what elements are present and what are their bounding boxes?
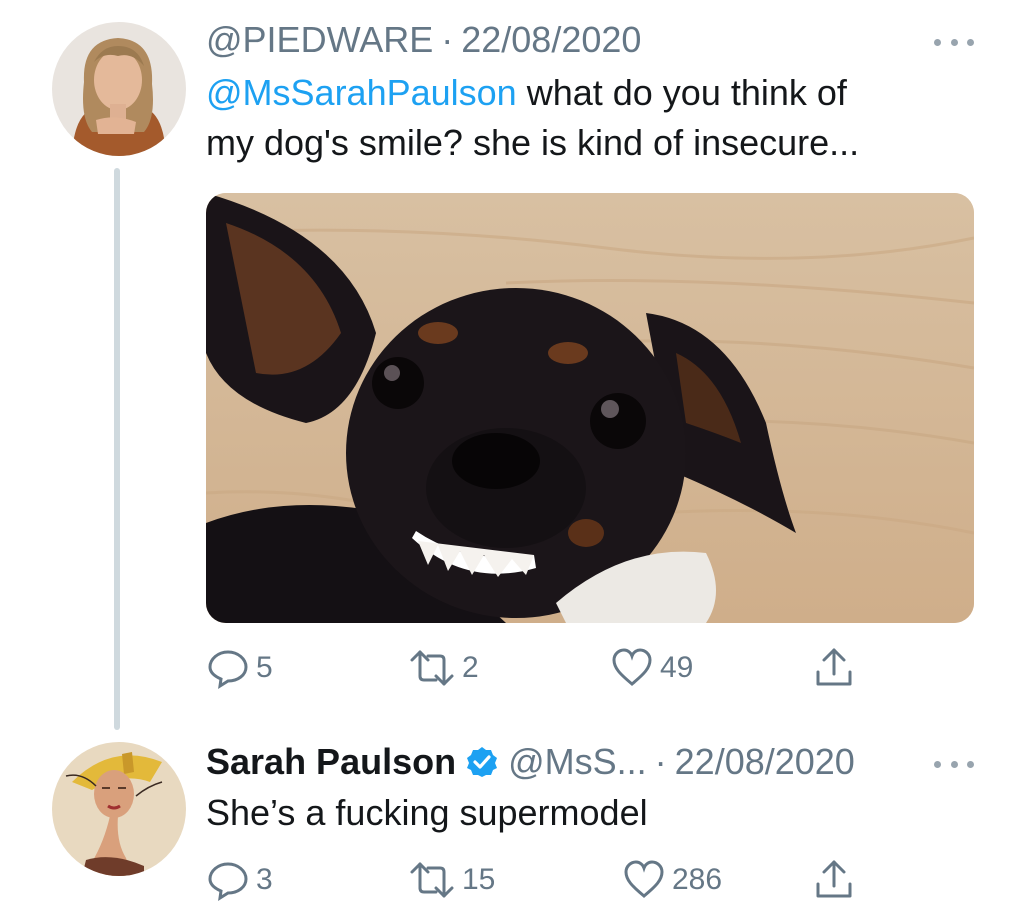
dog-photo xyxy=(206,193,974,623)
tweet-actions: 3 15 286 xyxy=(206,858,856,902)
tweet-date[interactable]: 22/08/2020 xyxy=(675,740,855,784)
more-options-icon[interactable] xyxy=(934,32,974,52)
author-name[interactable]: Sarah Paulson xyxy=(206,740,456,784)
share-icon xyxy=(816,860,852,898)
heart-icon xyxy=(624,860,664,898)
heart-icon xyxy=(612,648,652,686)
reply-button[interactable]: 3 xyxy=(206,858,273,902)
author-handle[interactable]: @PIEDWARE xyxy=(206,18,433,62)
retweet-button[interactable]: 15 xyxy=(408,858,495,902)
avatar-piedware[interactable] xyxy=(52,22,186,156)
reply-count: 5 xyxy=(256,651,273,684)
tweet-media-image[interactable] xyxy=(206,193,974,623)
tweet-2[interactable]: Sarah Paulson @MsS... · 22/08/2020 She’s… xyxy=(0,730,1024,920)
tweet-text-line2: my dog's smile? she is kind of insecure.… xyxy=(206,122,860,163)
avatar-illustration xyxy=(52,742,186,876)
like-count: 49 xyxy=(660,651,694,684)
share-button[interactable] xyxy=(812,646,856,690)
mention-link[interactable]: @MsSarahPaulson xyxy=(206,72,517,113)
reply-icon xyxy=(208,650,248,689)
like-count: 286 xyxy=(672,863,723,896)
reply-button[interactable]: 5 xyxy=(206,646,273,690)
like-button[interactable]: 49 xyxy=(610,646,693,690)
tweet-actions: 5 2 49 xyxy=(206,646,856,690)
retweet-count: 15 xyxy=(462,863,496,896)
reply-icon xyxy=(208,862,248,901)
retweet-button[interactable]: 2 xyxy=(408,646,479,690)
tweet-header: Sarah Paulson @MsS... · 22/08/2020 xyxy=(206,740,855,784)
tweet-date[interactable]: 22/08/2020 xyxy=(461,18,641,62)
tweet-text: She’s a fucking supermodel xyxy=(206,792,648,833)
retweet-icon xyxy=(410,862,454,898)
thread-connector-line xyxy=(114,168,120,730)
avatar-photo xyxy=(52,22,186,156)
retweet-count: 2 xyxy=(462,651,479,684)
share-button[interactable] xyxy=(812,858,856,902)
author-handle[interactable]: @MsS... xyxy=(508,740,647,784)
verified-badge-icon xyxy=(467,747,498,777)
avatar-sarah-paulson[interactable] xyxy=(52,742,186,876)
more-options-icon[interactable] xyxy=(934,754,974,774)
header-separator: · xyxy=(441,19,454,60)
like-button[interactable]: 286 xyxy=(622,858,722,902)
tweet-header: @PIEDWARE · 22/08/2020 xyxy=(206,18,641,62)
tweet-text: @MsSarahPaulson what do you think of my … xyxy=(206,68,966,168)
header-separator: · xyxy=(654,741,667,782)
retweet-icon xyxy=(410,650,454,686)
tweet-1[interactable]: @PIEDWARE · 22/08/2020 @MsSarahPaulson w… xyxy=(0,0,1024,730)
tweet-text-line1: what do you think of xyxy=(516,72,847,113)
share-icon xyxy=(816,648,852,686)
reply-count: 3 xyxy=(256,863,273,896)
